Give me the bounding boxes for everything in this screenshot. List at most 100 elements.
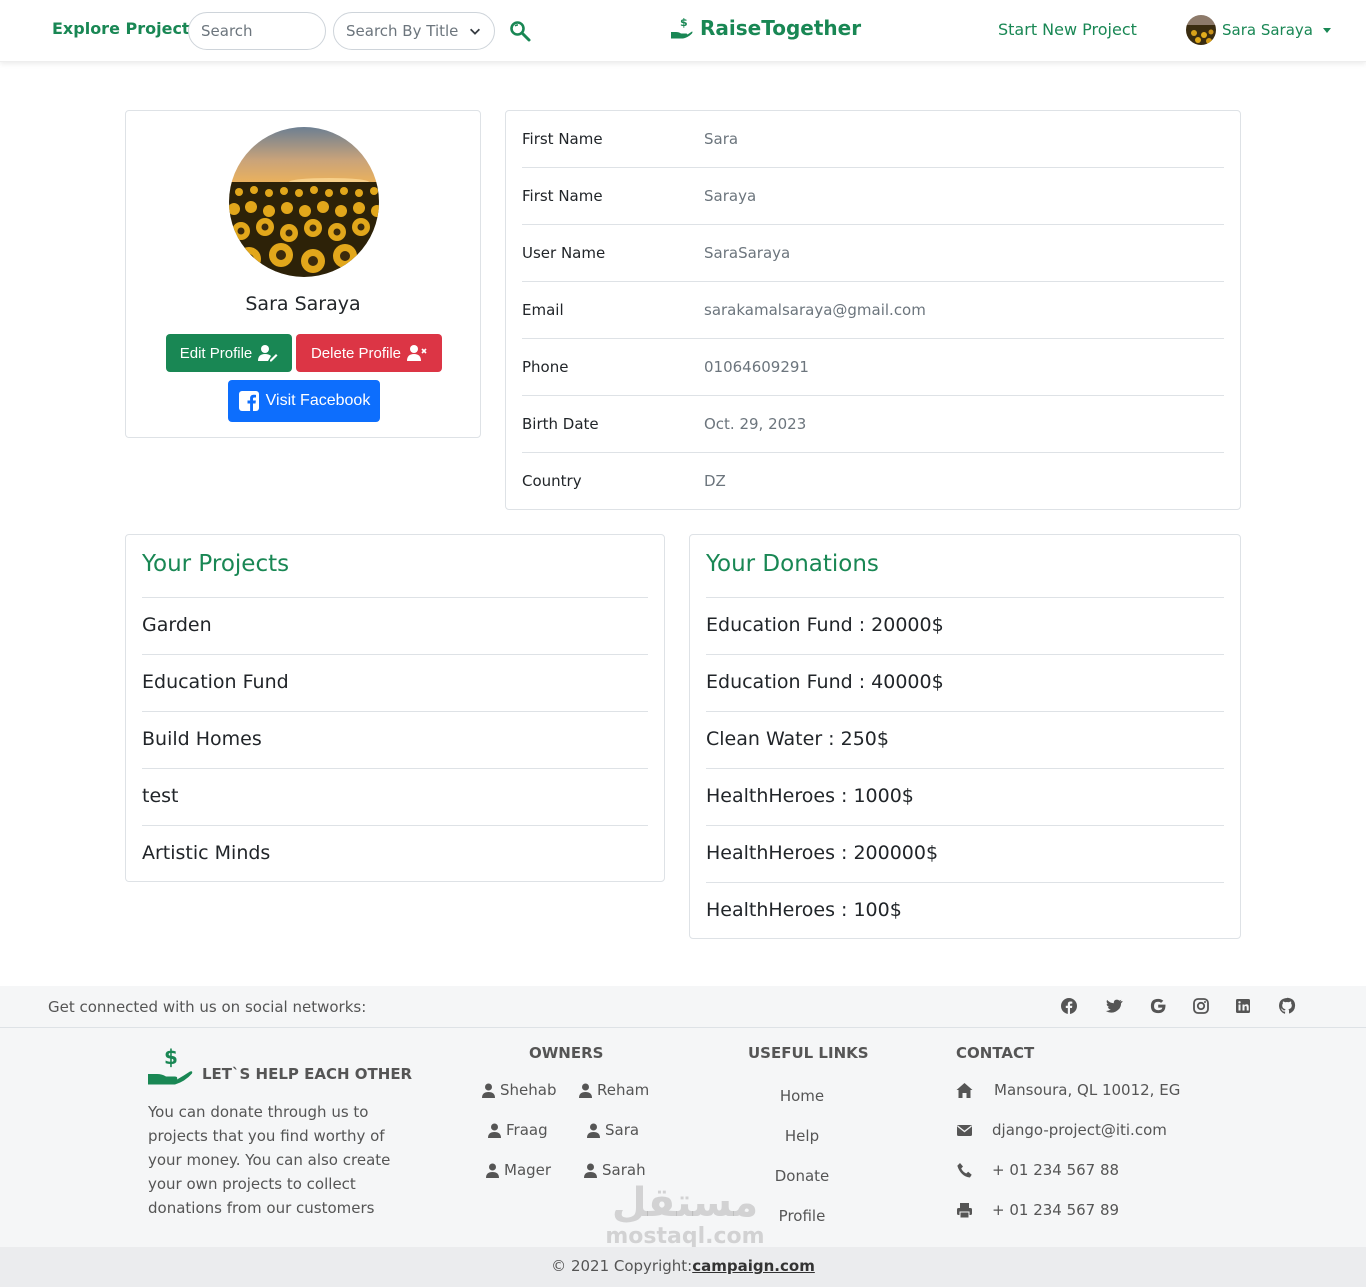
footer-link-home[interactable]: Home	[742, 1087, 862, 1105]
profile-card: Sara Saraya Edit Profile Delete Profile …	[125, 110, 481, 438]
project-item[interactable]: Garden	[142, 597, 648, 654]
user-icon	[482, 1083, 495, 1098]
chevron-down-icon	[470, 28, 480, 35]
owner-item: Sara	[587, 1121, 639, 1139]
donation-item: HealthHeroes : 1000$	[706, 768, 1224, 825]
copyright-bar: © 2021 Copyright:campaign.com	[0, 1247, 1366, 1287]
user-pen-icon	[258, 345, 278, 362]
donation-item: HealthHeroes : 100$	[706, 882, 1224, 939]
project-item[interactable]: test	[142, 768, 648, 825]
contact-phone: + 01 234 567 88	[992, 1161, 1120, 1179]
donation-item: Clean Water : 250$	[706, 711, 1224, 768]
watermark-arabic: مستقل	[611, 1180, 759, 1226]
search-by-select[interactable]: Search By Title	[333, 12, 495, 50]
contact-address: Mansoura, QL 10012, EG	[994, 1081, 1181, 1099]
your-donations-card: Your Donations Education Fund : 20000$ E…	[689, 534, 1241, 939]
info-value: 01064609291	[704, 358, 809, 376]
user-icon	[488, 1123, 501, 1138]
copyright-link[interactable]: campaign.com	[692, 1257, 815, 1275]
print-icon	[957, 1203, 972, 1219]
edit-profile-label: Edit Profile	[179, 344, 253, 362]
owners-heading: OWNERS	[529, 1044, 604, 1062]
footer-tagline: LET`S HELP EACH OTHER	[202, 1065, 413, 1083]
info-label: User Name	[522, 244, 606, 262]
delete-profile-label: Delete Profile	[310, 344, 402, 362]
search-icon[interactable]	[508, 19, 532, 43]
user-icon	[587, 1123, 600, 1138]
info-value: sarakamalsaraya@gmail.com	[704, 301, 926, 319]
svg-text:$: $	[680, 16, 688, 29]
owner-name: Sarah	[602, 1161, 646, 1179]
owner-item: Reham	[579, 1081, 649, 1099]
info-row: Phone 01064609291	[522, 339, 1224, 396]
visit-facebook-button[interactable]: Visit Facebook	[228, 380, 380, 422]
owner-item: Shehab	[482, 1081, 556, 1099]
info-row: User Name SaraSaraya	[522, 225, 1224, 282]
user-icon	[579, 1083, 592, 1098]
profile-avatar	[229, 127, 379, 277]
owner-name: Fraag	[506, 1121, 548, 1139]
copyright-text: © 2021 Copyright:	[551, 1257, 693, 1275]
donation-text: HealthHeroes : 1000$	[706, 785, 914, 807]
contact-fax: + 01 234 567 89	[992, 1201, 1120, 1219]
project-name: Education Fund	[142, 671, 289, 693]
explore-projects-link[interactable]: Explore Projects	[52, 19, 199, 38]
instagram-icon[interactable]	[1192, 997, 1210, 1015]
owner-name: Shehab	[500, 1081, 557, 1099]
user-name: Sara Saraya	[1222, 21, 1313, 39]
info-value: Saraya	[704, 187, 757, 205]
visit-facebook-label: Visit Facebook	[265, 392, 371, 409]
user-info-card: First Name Sara First Name Saraya User N…	[505, 110, 1241, 510]
project-item[interactable]: Build Homes	[142, 711, 648, 768]
contact-email: django-project@iti.com	[992, 1121, 1167, 1139]
info-row: First Name Saraya	[522, 168, 1224, 225]
footer-link-help[interactable]: Help	[742, 1127, 862, 1145]
project-name: Build Homes	[142, 728, 262, 750]
donation-text: HealthHeroes : 100$	[706, 899, 902, 921]
info-row: Country DZ	[522, 453, 1224, 510]
contact-heading: CONTACT	[956, 1044, 1035, 1062]
info-label: Country	[522, 472, 582, 490]
profile-name: Sara Saraya	[245, 293, 361, 315]
svg-text:$: $	[164, 1045, 178, 1069]
info-label: Email	[522, 301, 564, 319]
info-label: First Name	[522, 130, 603, 148]
twitter-icon[interactable]	[1105, 997, 1123, 1015]
owner-name: Sara	[605, 1121, 640, 1139]
envelope-icon	[957, 1125, 972, 1136]
user-menu[interactable]: Sara Saraya	[1186, 15, 1331, 45]
info-row: First Name Sara	[522, 111, 1224, 168]
info-value: SaraSaraya	[704, 244, 791, 262]
info-label: First Name	[522, 187, 603, 205]
donation-text: Education Fund : 20000$	[706, 614, 944, 636]
donation-item: Education Fund : 40000$	[706, 654, 1224, 711]
owner-name: Mager	[504, 1161, 552, 1179]
social-text: Get connected with us on social networks…	[48, 998, 367, 1016]
projects-title: Your Projects	[142, 551, 290, 577]
watermark: مستقل mostaql.com	[600, 1182, 770, 1249]
project-name: Garden	[142, 614, 212, 636]
brand-logo[interactable]: $ RaiseTogether	[670, 16, 861, 40]
google-icon[interactable]	[1149, 997, 1167, 1015]
owner-item: Sarah	[584, 1161, 646, 1179]
facebook-icon[interactable]	[1060, 997, 1078, 1015]
start-new-project-link[interactable]: Start New Project	[998, 20, 1137, 39]
user-icon	[486, 1163, 499, 1178]
hand-holding-dollar-icon: $	[671, 16, 693, 39]
delete-profile-button[interactable]: Delete Profile	[296, 334, 442, 372]
edit-profile-button[interactable]: Edit Profile	[166, 334, 292, 372]
search-input[interactable]	[188, 12, 326, 50]
project-item[interactable]: Education Fund	[142, 654, 648, 711]
navbar: Explore Projects Search By Title $ Raise…	[0, 0, 1366, 62]
linkedin-icon[interactable]	[1234, 997, 1252, 1015]
project-item[interactable]: Artistic Minds	[142, 825, 648, 882]
donation-text: Education Fund : 40000$	[706, 671, 944, 693]
donation-item: HealthHeroes : 200000$	[706, 825, 1224, 882]
donations-title: Your Donations	[706, 551, 879, 577]
social-bar: Get connected with us on social networks…	[0, 986, 1366, 1028]
your-projects-card: Your Projects Garden Education Fund Buil…	[125, 534, 665, 882]
github-icon[interactable]	[1278, 997, 1296, 1015]
user-icon	[584, 1163, 597, 1178]
project-name: Artistic Minds	[142, 842, 271, 864]
info-value: Sara	[704, 130, 739, 148]
